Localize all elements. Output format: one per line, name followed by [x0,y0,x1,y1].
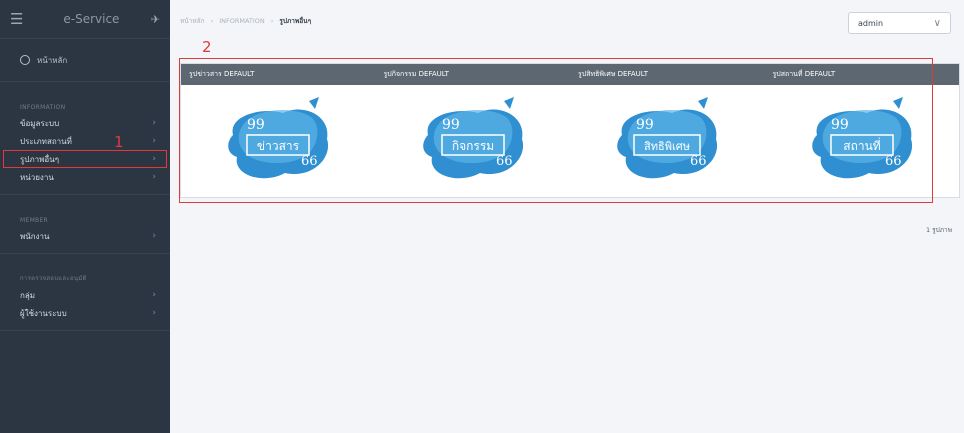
breadcrumb-current: รูปภาพอื่นๆ [279,17,312,25]
chevron-right-icon: › [152,290,156,300]
image-tile-news[interactable]: 99 ข่าวสาร 66 [181,85,376,197]
sidebar-item-label: กลุ่ม [20,290,36,300]
image-count: 1 รูปภาพ [925,226,952,234]
sidebar-section-member: MEMBER พนักงาน › [0,205,170,254]
sidebar-item-label: หน่วยงาน [20,172,54,182]
svg-text:66: 66 [301,154,318,169]
image-title: รูปกิจกรรม DEFAULT [383,70,449,78]
chevron-right-icon: › [152,118,156,128]
sidebar-item-place-types[interactable]: ประเภทสถานที่ › [0,132,170,150]
breadcrumb: หน้าหลัก › INFORMATION › รูปภาพอื่นๆ [180,16,311,26]
images-panel-body: 99 ข่าวสาร 66 99 กิจกรรม 66 99 สิทธิพิเศ… [181,85,959,197]
sidebar-item-label: ประเภทสถานที่ [20,136,72,146]
activities-image: 99 กิจกรรม 66 [422,97,523,179]
chevron-right-icon: › [152,136,156,146]
chevron-down-icon: ∨ [933,17,941,29]
brand-title: e-Service [63,12,120,26]
sidebar-section-header: การตรวจสอบและอนุมัติ [20,275,87,282]
breadcrumb-separator-icon: › [270,17,274,25]
sidebar-section-approval: การตรวจสอบและอนุมัติ กลุ่ม › ผู้ใช้งานระ… [0,264,170,331]
user-dropdown-value: admin [858,18,884,28]
sidebar-item-label: พนักงาน [20,231,50,241]
chevron-right-icon: › [152,154,156,164]
chevron-right-icon: › [152,172,156,182]
image-tile-places[interactable]: 99 สถานที่ 66 [765,85,960,197]
image-badge-text: ข่าวสาร [257,139,300,153]
sidebar-item-home[interactable]: หน้าหลัก [0,38,170,82]
image-badge-text: สถานที่ [843,137,881,153]
image-title: รูปสถานที่ DEFAULT [772,70,836,78]
image-title: รูปข่าวสาร DEFAULT [189,70,255,78]
annotation-number-2: 2 [202,38,212,56]
sidebar-item-system-info[interactable]: ข้อมูลระบบ › [0,114,170,132]
image-badge-text: กิจกรรม [452,139,494,153]
sidebar-item-other-images[interactable]: รูปภาพอื่นๆ › [3,150,167,168]
breadcrumb-section[interactable]: INFORMATION [219,17,265,25]
sidebar-item-groups[interactable]: กลุ่ม › [0,286,170,304]
home-icon [20,55,30,65]
sidebar-section-header: MEMBER [20,217,49,224]
sidebar-item-system-users[interactable]: ผู้ใช้งานระบบ › [0,304,170,322]
images-panel-header: รูปข่าวสาร DEFAULT รูปกิจกรรม DEFAULT รู… [181,64,959,85]
breadcrumb-home[interactable]: หน้าหลัก [180,16,205,26]
sidebar-section-header: INFORMATION [20,104,66,111]
svg-text:99: 99 [247,117,265,133]
image-tile-privileges[interactable]: 99 สิทธิพิเศษ 66 [570,85,765,197]
menu-icon[interactable]: ☰ [10,10,32,28]
sidebar-item-label: หน้าหลัก [37,55,68,65]
svg-text:66: 66 [690,154,707,169]
sidebar-header: ☰ e-Service ✈ [0,0,170,38]
svg-text:99: 99 [442,117,460,133]
breadcrumb-separator-icon: › [210,17,214,25]
places-image: 99 สถานที่ 66 [811,97,912,179]
image-title: รูปสิทธิพิเศษ DEFAULT [578,70,648,78]
user-dropdown[interactable]: admin ∨ [848,12,951,34]
sidebar-item-label: ผู้ใช้งานระบบ [20,308,67,318]
image-tile-activities[interactable]: 99 กิจกรรม 66 [376,85,571,197]
sidebar-item-label: ข้อมูลระบบ [20,118,60,128]
privileges-image: 99 สิทธิพิเศษ 66 [617,97,718,179]
news-image: 99 ข่าวสาร 66 [228,97,329,179]
svg-text:66: 66 [885,154,902,169]
images-panel: รูปข่าวสาร DEFAULT รูปกิจกรรม DEFAULT รู… [180,63,960,198]
sidebar-item-label: รูปภาพอื่นๆ [20,154,59,164]
pin-icon[interactable]: ✈ [151,13,160,26]
top-bar: หน้าหลัก › INFORMATION › รูปภาพอื่นๆ adm… [170,0,964,38]
annotation-number-1: 1 [114,133,124,151]
chevron-right-icon: › [152,308,156,318]
sidebar-section-information: INFORMATION ข้อมูลระบบ › ประเภทสถานที่ ›… [0,92,170,195]
sidebar: ☰ e-Service ✈ หน้าหลัก INFORMATION ข้อมู… [0,0,170,433]
svg-text:99: 99 [636,117,654,133]
chevron-right-icon: › [152,231,156,241]
svg-text:66: 66 [496,154,513,169]
image-badge-text: สิทธิพิเศษ [644,140,690,153]
svg-text:99: 99 [831,117,849,133]
sidebar-item-departments[interactable]: หน่วยงาน › [0,168,170,186]
sidebar-item-employees[interactable]: พนักงาน › [0,227,170,245]
